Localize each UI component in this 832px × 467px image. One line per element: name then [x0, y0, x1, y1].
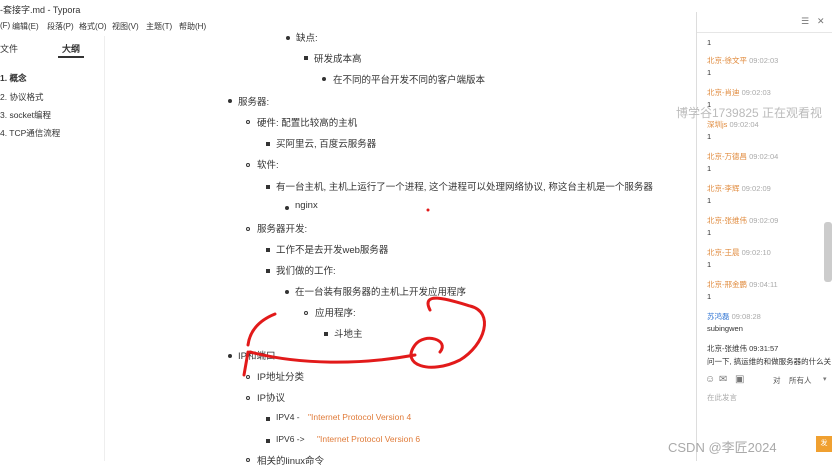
- chat-msg-name: 苏鸿磊 09:08:28: [707, 312, 761, 321]
- scrollbar[interactable]: [824, 222, 832, 282]
- chat-header: ☰ ✕: [697, 12, 832, 33]
- chevron-down-icon[interactable]: ▾: [823, 375, 827, 383]
- chat-msg-name: 北京-张维伟 09:02:09: [707, 216, 779, 225]
- red-dot: [426, 208, 430, 212]
- chat-msg-text: 1: [707, 196, 712, 205]
- chat-msg-name: 北京-张维伟 09:31:57: [707, 344, 779, 353]
- chat-msg-text: 1: [707, 164, 712, 173]
- comment-icon[interactable]: ✉: [719, 374, 727, 385]
- red-arrow-annotation: [242, 312, 417, 377]
- chat-msg-text: 1: [707, 260, 712, 269]
- csdn-watermark: CSDN @李匠2024: [668, 440, 777, 455]
- chat-msg-text: 1: [707, 228, 712, 237]
- chat-msg-name: 北京-李辉 09:02:09: [707, 184, 771, 193]
- menu-icon[interactable]: ☰: [801, 16, 809, 27]
- chat-msg-name: 北京-邢金鹏 09:04:11: [707, 280, 778, 289]
- chat-msg-name: 北京-肖迪 09:02:03: [707, 88, 771, 97]
- chat-msg-text: 1: [707, 38, 712, 47]
- emoji-icon[interactable]: ☺: [705, 374, 715, 385]
- recipient-select[interactable]: 所有人: [789, 375, 812, 386]
- chat-msg-text: 问一下, 搞运维的和做服务器的什么关: [707, 357, 832, 366]
- chat-msg-name: 北京-王晨 09:02:10: [707, 248, 771, 257]
- close-icon[interactable]: ✕: [817, 16, 825, 27]
- image-icon[interactable]: ▣: [735, 374, 744, 385]
- chat-toolbar: ☺ ✉ ▣ 对 所有人 ▾: [697, 372, 832, 390]
- chat-input[interactable]: 在此发言: [707, 392, 737, 403]
- send-button[interactable]: 发: [816, 436, 832, 452]
- chat-msg-text: subingwen: [707, 324, 743, 333]
- chat-panel: ☰ ✕ 1 北京-徐文平 09:02:03 1 北京-肖迪 09:02:03 1…: [696, 12, 832, 461]
- chat-msg-name: 北京-万德昌 09:02:04: [707, 152, 779, 161]
- chat-msg-text: 1: [707, 132, 712, 141]
- viewer-notice: 博学谷1739825 正在观看视: [676, 106, 823, 120]
- recipient-label: 对: [773, 376, 781, 385]
- chat-msg-text: 1: [707, 68, 712, 77]
- chat-msg-text: 1: [707, 292, 712, 301]
- red-circle-annotation: [409, 296, 486, 369]
- chat-msg-name: 北京-徐文平 09:02:03: [707, 56, 779, 65]
